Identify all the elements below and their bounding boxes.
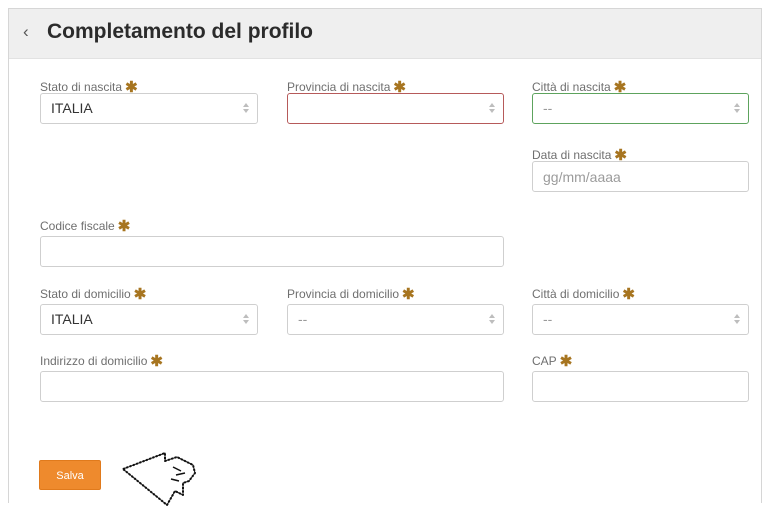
pointer-cursor-icon (122, 452, 196, 506)
codice-fiscale-input[interactable] (40, 236, 504, 267)
select-arrows-icon (489, 103, 495, 113)
stato-nascita-label-text: Stato di nascita (40, 80, 123, 94)
required-star-icon: ✱ (402, 286, 415, 303)
select-arrows-icon (734, 103, 740, 113)
data-nascita-label-text: Data di nascita (532, 148, 612, 162)
stato-domicilio-label: Stato di domicilio ✱ (40, 285, 146, 303)
stato-domicilio-select[interactable]: ITALIA (40, 304, 258, 335)
citta-nascita-label-text: Città di nascita (532, 80, 611, 94)
required-star-icon: ✱ (150, 353, 163, 370)
required-star-icon: ✱ (559, 353, 573, 370)
save-button[interactable]: Salva (39, 460, 101, 490)
cap-label-text: CAP (532, 354, 557, 368)
provincia-domicilio-label: Provincia di domicilio ✱ (287, 285, 415, 303)
codice-fiscale-label: Codice fiscale ✱ (40, 217, 130, 235)
indirizzo-domicilio-label: Indirizzo di domicilio ✱ (40, 352, 163, 370)
citta-domicilio-label-text: Città di domicilio (532, 287, 620, 301)
citta-nascita-select[interactable]: -- (532, 93, 749, 124)
select-arrows-icon (734, 314, 740, 324)
profile-form-panel: ‹ Completamento del profilo Stato di nas… (8, 8, 762, 506)
required-star-icon: ✱ (133, 286, 147, 303)
chevron-left-icon[interactable]: ‹ (23, 22, 29, 42)
provincia-nascita-label-text: Provincia di nascita (287, 80, 391, 94)
provincia-domicilio-label-text: Provincia di domicilio (287, 287, 400, 301)
stato-domicilio-label-text: Stato di domicilio (40, 287, 131, 301)
stato-nascita-select[interactable]: ITALIA (40, 93, 258, 124)
stato-domicilio-value: ITALIA (51, 311, 93, 327)
stato-nascita-value: ITALIA (51, 100, 93, 116)
cap-input[interactable] (532, 371, 749, 402)
data-nascita-input[interactable] (532, 161, 749, 192)
required-star-icon: ✱ (117, 218, 131, 235)
provincia-domicilio-select[interactable]: -- (287, 304, 504, 335)
page-title: Completamento del profilo (47, 20, 314, 43)
provincia-domicilio-value: -- (298, 311, 308, 327)
required-star-icon: ✱ (622, 286, 635, 303)
citta-domicilio-label: Città di domicilio ✱ (532, 285, 635, 303)
citta-domicilio-value: -- (543, 311, 553, 327)
select-arrows-icon (489, 314, 495, 324)
cap-label: CAP ✱ (532, 352, 572, 370)
indirizzo-domicilio-label-text: Indirizzo di domicilio (40, 354, 148, 368)
provincia-nascita-select[interactable] (287, 93, 504, 124)
indirizzo-domicilio-input[interactable] (40, 371, 504, 402)
select-arrows-icon (243, 103, 249, 113)
citta-nascita-value: -- (543, 100, 553, 116)
codice-fiscale-label-text: Codice fiscale (40, 219, 115, 233)
citta-domicilio-select[interactable]: -- (532, 304, 749, 335)
select-arrows-icon (243, 314, 249, 324)
page-header: ‹ Completamento del profilo (9, 9, 761, 59)
